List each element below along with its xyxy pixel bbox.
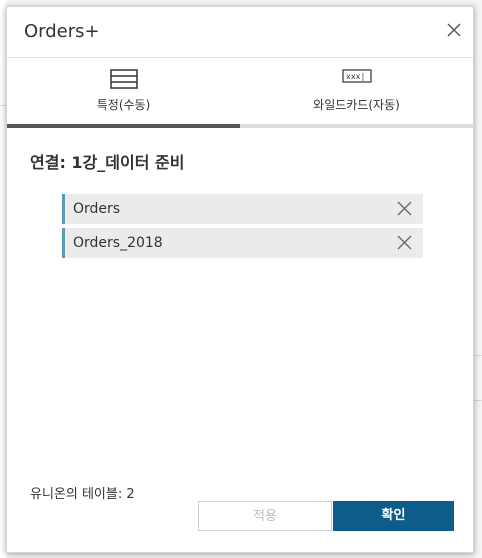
ok-button[interactable]: 확인	[333, 501, 454, 531]
wildcard-icon-text: xxx|	[346, 72, 365, 81]
table-item-label: Orders_2018	[73, 235, 163, 251]
union-table-list: Orders Orders_2018	[62, 194, 423, 262]
dialog-header: Orders+	[7, 7, 473, 57]
table-item-label: Orders	[73, 201, 121, 217]
table-rows-icon	[109, 69, 138, 89]
wildcard-icon: xxx|	[341, 69, 372, 83]
close-icon	[447, 23, 461, 37]
union-table-count: 유니온의 테이블: 2	[30, 487, 135, 502]
tab-wildcard-label: 와일드카드(자동)	[313, 98, 400, 112]
remove-table-icon[interactable]	[396, 200, 413, 217]
dialog-title: Orders+	[24, 21, 100, 42]
tab-wildcard-auto[interactable]: xxx| 와일드카드(자동)	[240, 58, 473, 128]
tab-specific-manual[interactable]: 특정(수동)	[7, 58, 240, 128]
apply-button[interactable]: 적용	[198, 501, 332, 531]
tab-indicator-inactive	[240, 124, 473, 128]
tab-specific-label: 특정(수동)	[96, 98, 151, 112]
table-item[interactable]: Orders_2018	[62, 228, 423, 258]
union-dialog: Orders+ 특정(수동) xxx| 와일드카드(자동) 연결: 1강_데이터…	[6, 6, 474, 553]
union-mode-tabs: 특정(수동) xxx| 와일드카드(자동)	[7, 58, 473, 128]
tab-indicator-active	[7, 124, 240, 128]
background-divider	[474, 400, 482, 401]
table-item[interactable]: Orders	[62, 194, 423, 224]
background-divider	[474, 355, 482, 356]
close-button[interactable]	[445, 21, 463, 39]
connection-title: 연결: 1강_데이터 준비	[30, 153, 185, 172]
remove-table-icon[interactable]	[396, 234, 413, 251]
